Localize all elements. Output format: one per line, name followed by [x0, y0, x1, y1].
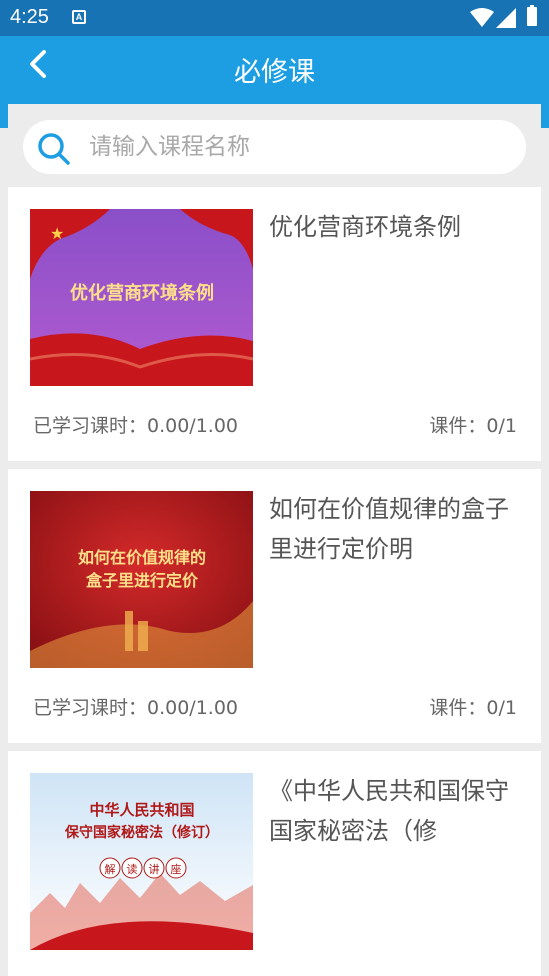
course-thumbnail: 如何在价值规律的 盒子里进行定价 — [30, 491, 253, 668]
page-title: 必修课 — [234, 57, 315, 88]
battery-icon — [527, 5, 537, 26]
thumbnail-text: 座 — [171, 862, 182, 876]
thumbnail-text: 优化营商环境条例 — [70, 282, 214, 304]
course-title: 优化营商环境条例 — [269, 213, 461, 241]
course-title: 如何在价值规律的盒子里进行定价明 — [269, 495, 509, 563]
wifi-icon — [470, 8, 494, 27]
course-card[interactable]: 中华人民共和国 保守国家秘密法（修订） 解 读 讲 座 《中华人民共和国保守国家… — [8, 751, 541, 976]
search-bar — [8, 104, 541, 186]
thumbnail-text: 中华人民共和国 — [89, 801, 194, 819]
thumbnail-text: 读 — [127, 862, 138, 876]
notification-icon: A — [72, 10, 86, 24]
course-progress: 已学习课时：0.00/1.00 — [33, 415, 239, 437]
search-icon — [38, 133, 70, 165]
thumbnail-text: 解 — [105, 862, 116, 876]
course-card[interactable]: ★ 优化营商环境条例 优化营商环境条例 已学习课时：0.00/1.00 课件：0… — [8, 187, 541, 461]
courseware-count: 课件：0/1 — [429, 697, 517, 719]
course-card[interactable]: 如何在价值规律的 盒子里进行定价 如何在价值规律的盒子里进行定价明 已学习课时：… — [8, 469, 541, 743]
course-progress: 已学习课时：0.00/1.00 — [33, 697, 239, 719]
course-thumbnail: ★ 优化营商环境条例 — [30, 209, 253, 386]
status-bar: 4:25 A — [0, 0, 549, 36]
svg-text:★: ★ — [50, 224, 64, 243]
thumbnail-text: 保守国家秘密法（修订） — [64, 824, 219, 841]
search-input[interactable] — [89, 120, 509, 174]
thumbnail-text: 讲 — [149, 862, 160, 876]
course-title: 《中华人民共和国保守国家秘密法（修 — [269, 777, 509, 845]
thumbnail-text: 如何在价值规律的 — [78, 548, 206, 567]
signal-icon — [496, 8, 516, 28]
status-time: 4:25 — [10, 6, 49, 28]
thumbnail-text: 盒子里进行定价 — [86, 571, 199, 590]
courseware-count: 课件：0/1 — [429, 415, 517, 437]
search-box[interactable] — [23, 120, 526, 174]
course-thumbnail: 中华人民共和国 保守国家秘密法（修订） 解 读 讲 座 — [30, 773, 253, 950]
